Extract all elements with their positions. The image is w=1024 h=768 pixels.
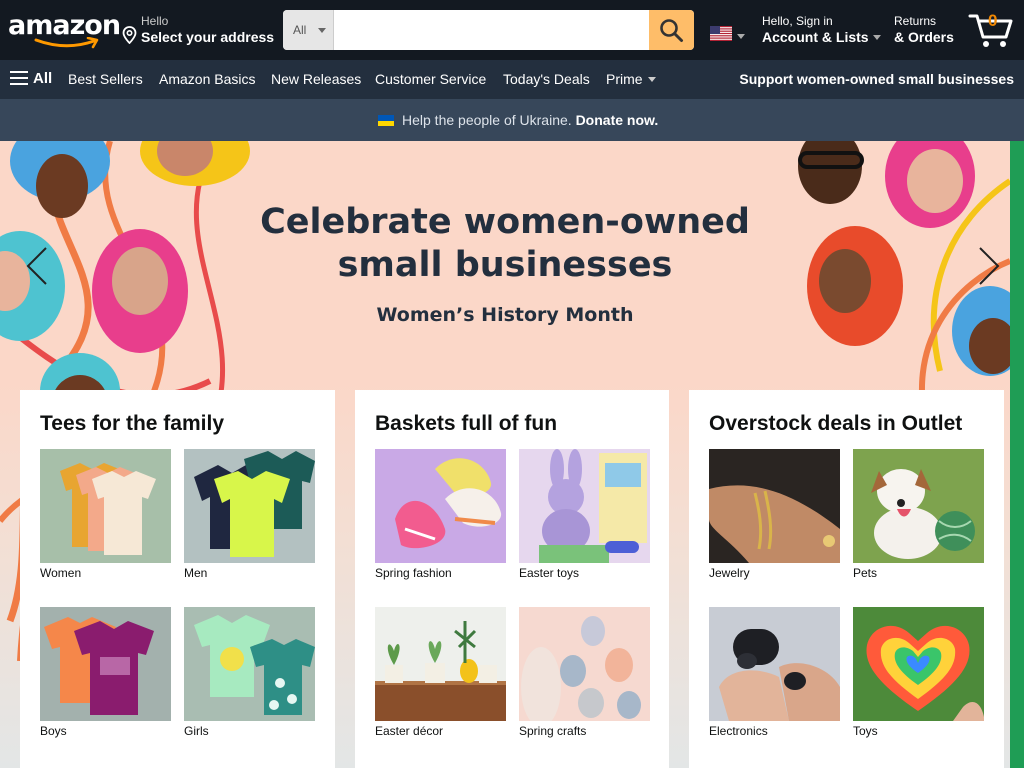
all-menu-button[interactable]: All <box>10 70 52 87</box>
tile-easter-decor[interactable]: Easter décor <box>375 607 506 738</box>
top-nav: amazon Hello Select your address All Hel… <box>0 0 1024 60</box>
language-caret-icon[interactable] <box>737 34 745 39</box>
pets-image <box>853 449 984 563</box>
location-pin-icon <box>122 26 137 44</box>
tile-caption: Boys <box>40 724 67 738</box>
card-title[interactable]: Overstock deals in Outlet <box>709 410 984 438</box>
tile-caption: Jewelry <box>709 566 750 580</box>
tile-caption: Toys <box>853 724 878 738</box>
card-baskets-full-of-fun: Baskets full of fun Spring fashion Easte… <box>355 390 669 768</box>
search-category-select[interactable]: All <box>283 10 334 50</box>
ukraine-banner: Help the people of Ukraine. Donate now. <box>0 99 1024 141</box>
chevron-right-icon[interactable] <box>976 246 1002 286</box>
tile-spring-fashion[interactable]: Spring fashion <box>375 449 506 580</box>
tile-caption: Spring crafts <box>519 724 587 738</box>
nav-prime-label: Prime <box>606 71 643 87</box>
hero-edge-strip <box>1010 141 1024 768</box>
card-title[interactable]: Baskets full of fun <box>375 410 649 438</box>
search-input[interactable] <box>335 10 649 50</box>
account-and-lists[interactable]: Hello, Sign in Account & Lists <box>762 14 881 45</box>
all-label: All <box>33 70 53 87</box>
tile-jewelry[interactable]: Jewelry <box>709 449 840 580</box>
ukraine-flag-icon <box>378 115 394 126</box>
ukraine-banner-content: Help the people of Ukraine. Donate now. <box>378 112 658 128</box>
address-label: Select your address <box>141 29 275 45</box>
hero-title[interactable]: Celebrate women-owned small businesses <box>250 201 760 287</box>
spring-crafts-image <box>519 607 650 721</box>
tile-caption: Pets <box>853 566 878 580</box>
toys-image <box>853 607 984 721</box>
cart-button[interactable]: 0 <box>968 10 1014 50</box>
easter-toys-image <box>519 449 650 563</box>
ukraine-text: Help the people of Ukraine. <box>402 112 572 128</box>
cart-count: 0 <box>988 11 998 30</box>
tile-caption: Electronics <box>709 724 768 738</box>
tile-women[interactable]: Women <box>40 449 171 580</box>
women-tees-image <box>40 449 171 563</box>
tile-caption: Easter décor <box>375 724 444 738</box>
tile-electronics[interactable]: Electronics <box>709 607 840 738</box>
sign-in-greeting: Hello, Sign in <box>762 14 833 28</box>
hero-subtitle[interactable]: Women’s History Month <box>250 304 760 326</box>
nav-customer-service[interactable]: Customer Service <box>375 71 486 87</box>
electronics-image <box>709 607 840 721</box>
easter-decor-image <box>375 607 506 721</box>
amazon-smile-icon <box>34 37 99 49</box>
search-category-label: All <box>293 23 307 37</box>
nav-amazon-basics[interactable]: Amazon Basics <box>159 71 255 87</box>
tile-boys[interactable]: Boys <box>40 607 171 738</box>
card-overstock-deals-outlet: Overstock deals in Outlet Jewelry Pets E… <box>689 390 1004 768</box>
tile-caption: Girls <box>184 724 209 738</box>
chevron-left-icon[interactable] <box>24 246 50 286</box>
tile-men[interactable]: Men <box>184 449 315 580</box>
tile-toys[interactable]: Toys <box>853 607 984 738</box>
boys-tees-image <box>40 607 171 721</box>
donate-link[interactable]: Donate now. <box>576 112 659 128</box>
card-title[interactable]: Tees for the family <box>40 410 315 438</box>
jewelry-image <box>709 449 840 563</box>
logo-text: amazon <box>8 10 121 41</box>
tile-caption: Easter toys <box>519 566 580 580</box>
chevron-down-icon <box>318 28 326 33</box>
account-lists-text: Account & Lists <box>762 29 869 45</box>
tile-easter-toys[interactable]: Easter toys <box>519 449 650 580</box>
returns-and-orders[interactable]: Returns & Orders <box>894 14 954 45</box>
nav-best-sellers[interactable]: Best Sellers <box>68 71 143 87</box>
nav-new-releases[interactable]: New Releases <box>271 71 361 87</box>
secondary-nav: All Best Sellers Amazon Basics New Relea… <box>0 60 1024 99</box>
tile-caption: Spring fashion <box>375 566 452 580</box>
search-button[interactable] <box>649 10 694 50</box>
amazon-logo[interactable]: amazon <box>8 10 121 50</box>
chevron-down-icon <box>872 35 881 40</box>
orders-label: & Orders <box>894 29 954 45</box>
tile-caption: Men <box>184 566 208 580</box>
search-icon <box>660 19 683 42</box>
hamburger-icon <box>10 71 28 85</box>
us-flag-icon[interactable] <box>710 26 732 41</box>
nav-todays-deals[interactable]: Today's Deals <box>503 71 590 87</box>
account-lists-label: Account & Lists <box>762 29 881 45</box>
nav-promo-link[interactable]: Support women-owned small businesses <box>739 71 1014 87</box>
men-tees-image <box>184 449 315 563</box>
tile-spring-crafts[interactable]: Spring crafts <box>519 607 650 738</box>
card-tees-for-the-family: Tees for the family Women Men Boys Girls <box>20 390 335 768</box>
tile-pets[interactable]: Pets <box>853 449 984 580</box>
tile-caption: Women <box>40 566 82 580</box>
address-greeting: Hello <box>141 14 169 28</box>
tile-girls[interactable]: Girls <box>184 607 315 738</box>
spring-fashion-image <box>375 449 506 563</box>
nav-prime[interactable]: Prime <box>606 71 656 87</box>
chevron-down-icon <box>647 77 656 82</box>
returns-label: Returns <box>894 14 937 28</box>
girls-tees-image <box>184 607 315 721</box>
search-bar: All <box>283 10 694 50</box>
